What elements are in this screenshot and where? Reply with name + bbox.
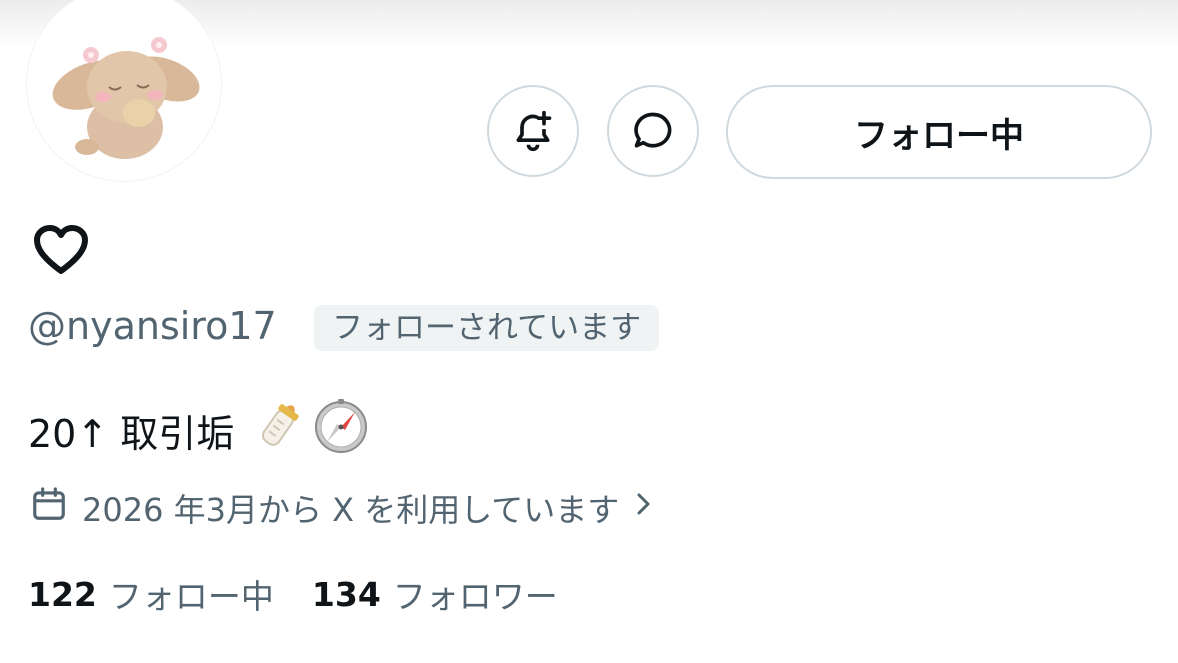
message-bubble-icon bbox=[634, 112, 672, 148]
baby-bottle-icon bbox=[252, 398, 306, 469]
join-date-row[interactable]: 2026 年3月から X を利用しています bbox=[30, 484, 655, 532]
follows-you-badge: フォローされています bbox=[314, 305, 660, 351]
followers-count: 134 bbox=[311, 574, 381, 614]
chevron-right-icon bbox=[633, 489, 655, 527]
join-date-text: 2026 年3月から X を利用しています bbox=[82, 491, 620, 529]
display-name-heart-icon bbox=[32, 224, 90, 276]
notifications-button[interactable] bbox=[487, 85, 579, 177]
following-count: 122 bbox=[28, 574, 97, 614]
avatar[interactable] bbox=[26, 0, 222, 182]
followers-label: フォロワー bbox=[392, 577, 558, 616]
follow-stats: 122 フォロー中 134 フォロワー bbox=[28, 570, 558, 618]
compass-icon bbox=[312, 397, 370, 470]
user-handle: @nyansiro17 bbox=[28, 304, 277, 348]
followers-link[interactable]: 134 フォロワー bbox=[312, 570, 558, 618]
calendar-icon bbox=[30, 485, 68, 531]
profile-page: フォロー中 @nyansiro17 フォローされています 20↑ 取引垢 202… bbox=[0, 0, 1178, 663]
bio-text: 20↑ 取引垢 bbox=[28, 411, 235, 456]
bell-plus-icon bbox=[516, 110, 552, 152]
bio: 20↑ 取引垢 bbox=[28, 397, 370, 470]
message-button[interactable] bbox=[607, 85, 699, 177]
following-button[interactable]: フォロー中 bbox=[726, 85, 1152, 179]
following-link[interactable]: 122 フォロー中 bbox=[28, 570, 274, 618]
puppy-avatar-illustration bbox=[52, 37, 200, 159]
following-label: フォロー中 bbox=[108, 577, 274, 616]
